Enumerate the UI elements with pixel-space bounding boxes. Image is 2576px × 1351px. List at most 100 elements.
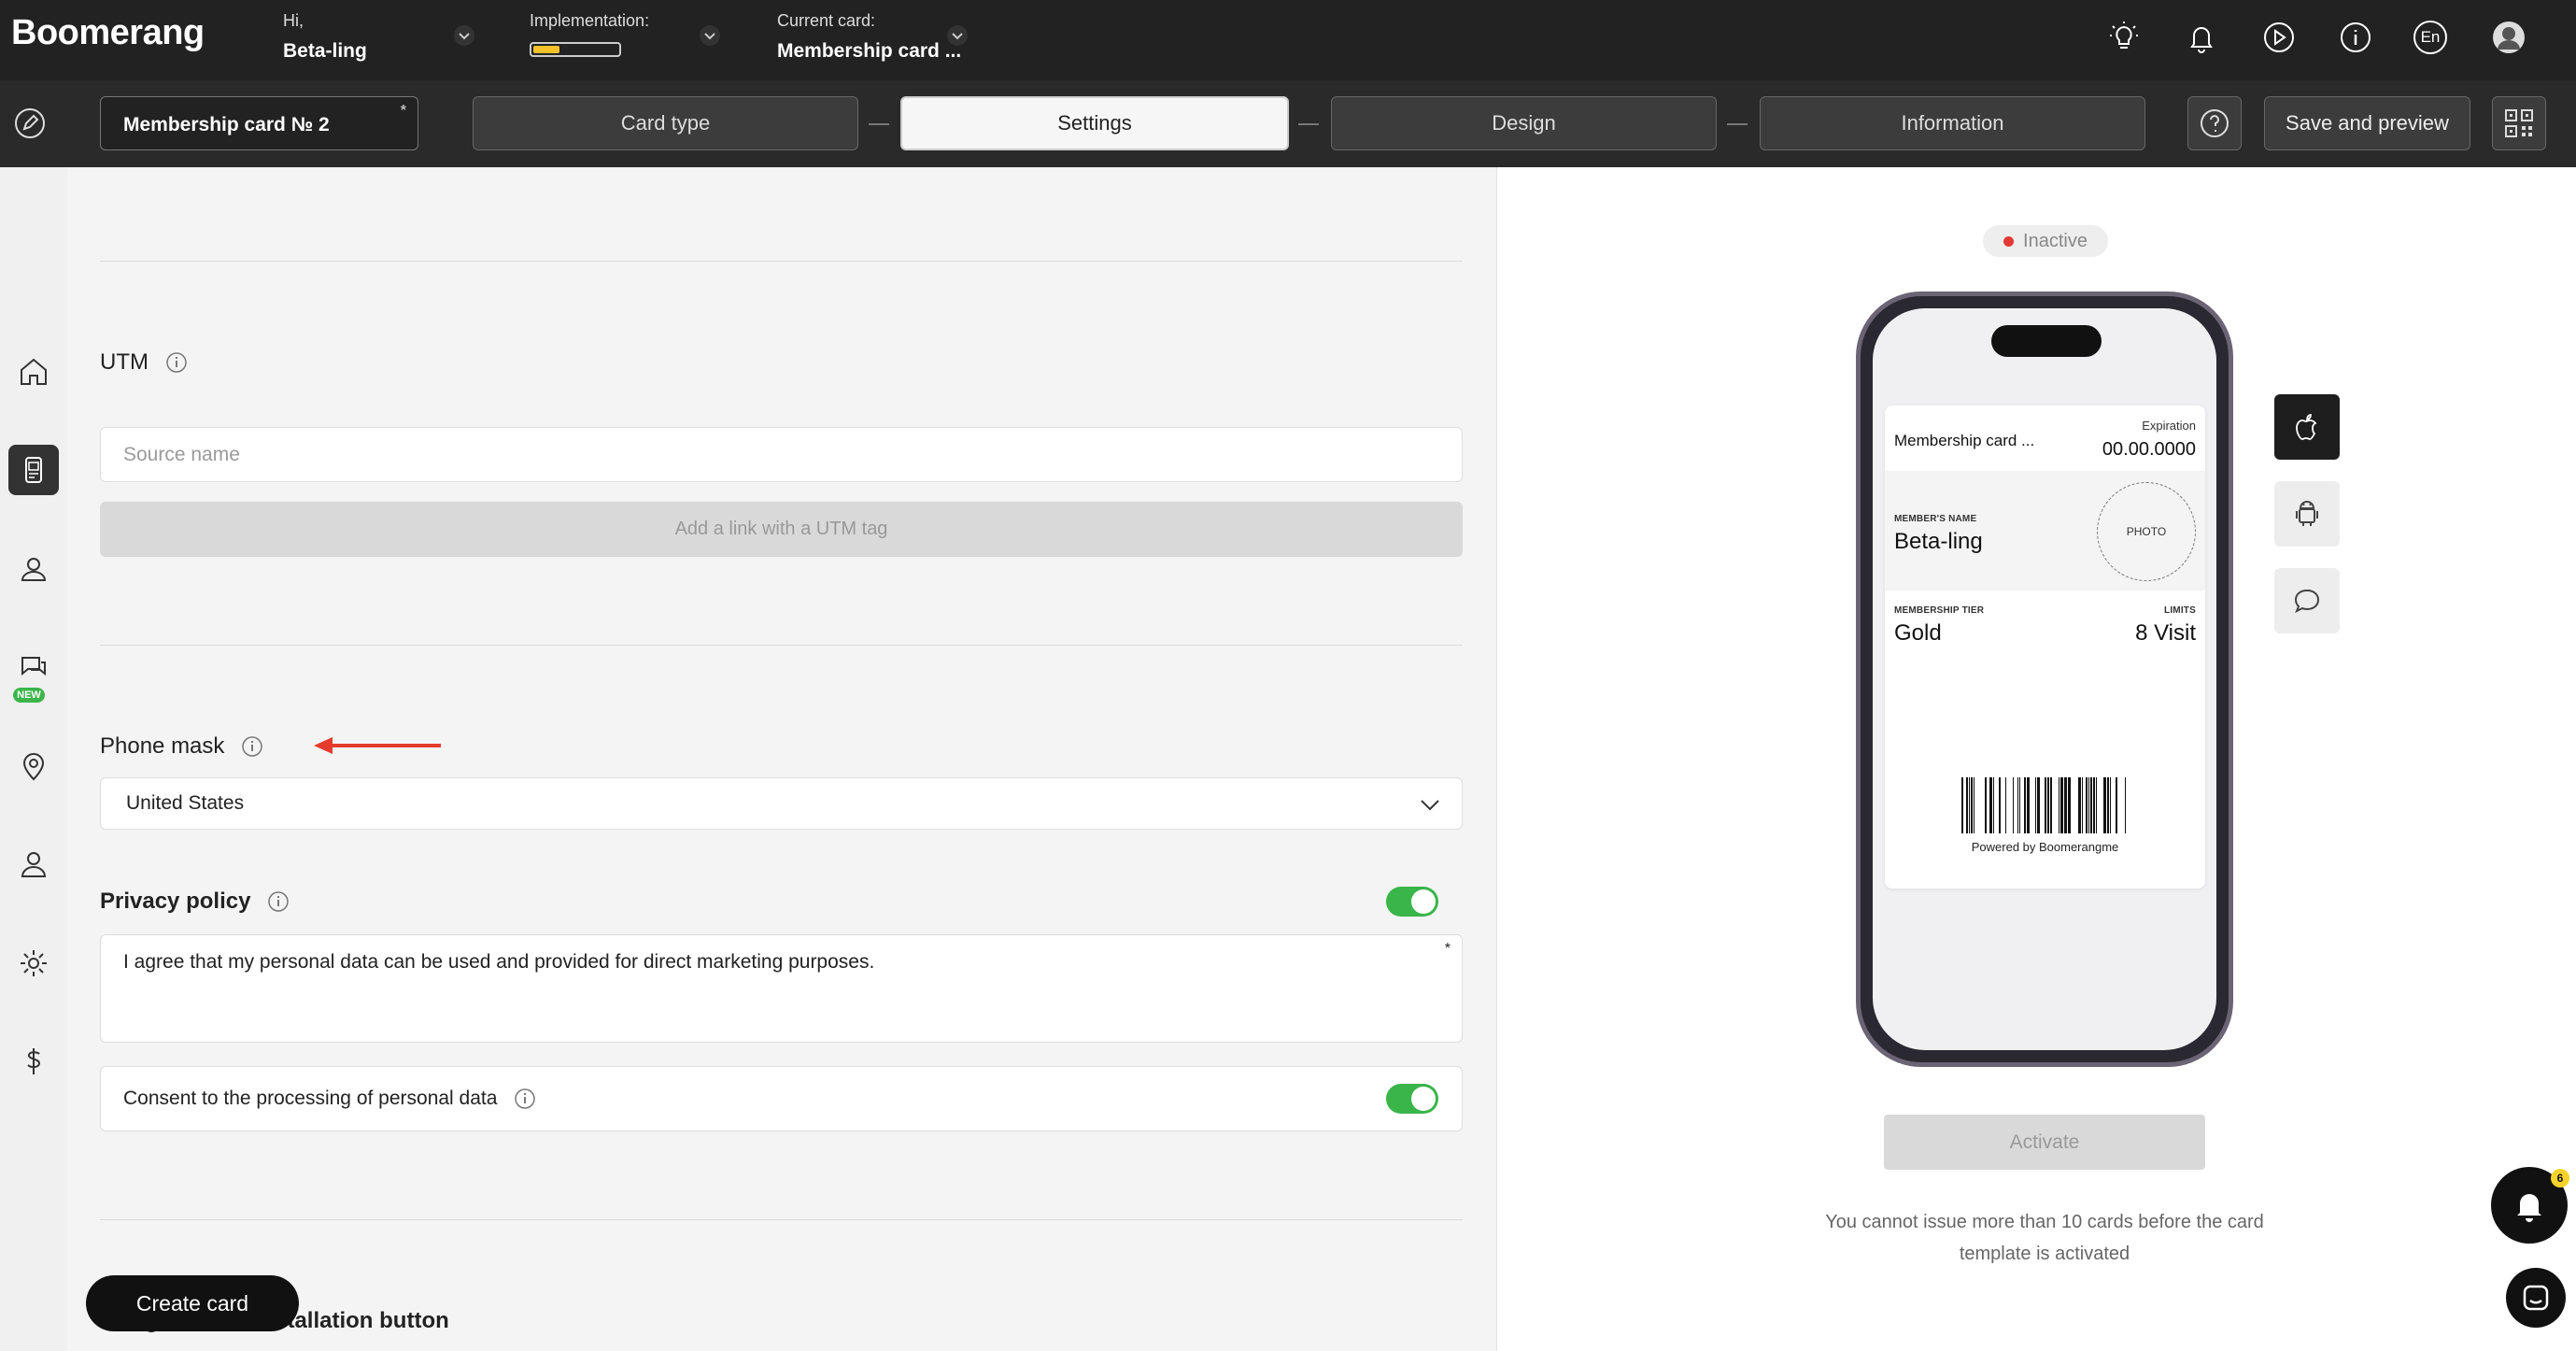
- status-badge: Inactive: [1983, 225, 2108, 257]
- step-settings[interactable]: Settings: [900, 96, 1289, 150]
- phone-screen: Membership card ... Expiration 00.00.000…: [1873, 308, 2216, 1050]
- barcode-bar: [2045, 777, 2046, 833]
- chevron-down-icon[interactable]: [946, 24, 969, 47]
- info-icon[interactable]: [165, 351, 188, 374]
- utm-source-input[interactable]: Source name: [100, 427, 1463, 482]
- customers-icon: [21, 558, 47, 581]
- add-utm-link-button[interactable]: Add a link with a UTM tag: [100, 502, 1463, 557]
- privacy-policy-textarea[interactable]: I agree that my personal data can be use…: [100, 934, 1463, 1043]
- step-separator: [1727, 123, 1748, 125]
- dollar-icon: [27, 1048, 41, 1074]
- sidebar-item-users[interactable]: [8, 839, 59, 889]
- sidebar-item-messages[interactable]: [8, 642, 59, 692]
- barcode-bar: [2125, 777, 2126, 833]
- phone-mask-title: Phone mask: [100, 733, 263, 760]
- chevron-down-icon[interactable]: [699, 24, 721, 47]
- lightbulb-icon[interactable]: [2105, 19, 2143, 56]
- sidebar-item-locations[interactable]: [8, 741, 59, 791]
- limits-label: LIMITS: [2164, 605, 2196, 616]
- platform-android-button[interactable]: [2274, 481, 2340, 547]
- barcode-bar: [2078, 777, 2081, 833]
- current-card-value: Membership card ...: [777, 40, 962, 62]
- consent-toggle[interactable]: [1386, 1084, 1438, 1114]
- current-card-label: Current card:: [777, 11, 876, 30]
- settings-form: UTM Source name Add a link with a UTM ta…: [67, 167, 1496, 1351]
- barcode-bar: [2110, 777, 2111, 833]
- divider: [100, 645, 1463, 646]
- platform-apple-button[interactable]: [2274, 394, 2340, 460]
- barcode-bar: [2013, 777, 2014, 833]
- top-bar: Boomerang Hi, Beta-ling Implementation: …: [0, 0, 2576, 80]
- card-name-field[interactable]: Membership card № 2 *: [100, 96, 418, 150]
- barcode-bar: [2027, 777, 2030, 833]
- info-icon[interactable]: [2337, 19, 2374, 56]
- question-icon: [2201, 109, 2229, 137]
- bell-icon: [2517, 1194, 2541, 1222]
- notification-count: 6: [2551, 1169, 2569, 1187]
- qr-code-button[interactable]: [2492, 96, 2546, 150]
- step-information[interactable]: Information: [1760, 96, 2145, 150]
- bell-icon[interactable]: [2183, 19, 2220, 56]
- apple-icon: [2296, 414, 2317, 440]
- help-button[interactable]: [2187, 96, 2242, 150]
- user-name: Beta-ling: [283, 40, 367, 62]
- avatar[interactable]: [2490, 19, 2527, 56]
- arrow-annotation-icon: [314, 737, 441, 754]
- user-icon: [21, 852, 47, 877]
- sidebar-item-customers[interactable]: [8, 544, 59, 594]
- current-card[interactable]: Current card: Membership card ...: [777, 11, 961, 63]
- step-card-type[interactable]: Card type: [473, 96, 858, 150]
- info-icon[interactable]: [267, 890, 290, 913]
- privacy-policy-toggle[interactable]: [1386, 887, 1438, 917]
- barcode-bar: [2082, 777, 2083, 833]
- consent-label: Consent to the processing of personal da…: [123, 1088, 498, 1109]
- android-icon: [2296, 501, 2318, 526]
- greeting-label: Hi,: [283, 11, 304, 30]
- barcode-bar: [2090, 777, 2092, 833]
- activate-button[interactable]: Activate: [1884, 1115, 2205, 1170]
- barcode-bar: [2060, 777, 2063, 833]
- info-icon[interactable]: [241, 735, 263, 758]
- home-icon: [21, 358, 47, 385]
- required-marker: *: [400, 103, 406, 119]
- phone-mask-selected: United States: [126, 792, 245, 814]
- qr-code-icon: [2505, 109, 2533, 137]
- consent-row: Consent to the processing of personal da…: [100, 1066, 1463, 1131]
- barcode-bar: [2050, 777, 2052, 833]
- barcode-bar: [2019, 777, 2020, 833]
- member-name-label: MEMBER'S NAME: [1894, 514, 1977, 524]
- chevron-down-icon[interactable]: [453, 24, 475, 47]
- phone-mask-select[interactable]: United States: [100, 777, 1463, 830]
- phone-notch: [1991, 325, 2102, 357]
- create-card-button[interactable]: Create card: [86, 1275, 299, 1331]
- platform-message-button[interactable]: [2274, 568, 2340, 633]
- save-and-preview-button[interactable]: Save and preview: [2264, 96, 2470, 150]
- barcode: [1961, 777, 2126, 833]
- barcode-bar: [1971, 777, 1973, 833]
- sidebar-item-billing[interactable]: [8, 1036, 59, 1087]
- info-icon[interactable]: [514, 1088, 536, 1110]
- barcode-bar: [1999, 777, 2001, 833]
- language-icon[interactable]: En: [2413, 21, 2447, 54]
- chevron-down-icon: [1421, 800, 1439, 811]
- activation-note: You cannot issue more than 10 cards befo…: [1825, 1212, 2264, 1264]
- user-greeting[interactable]: Hi, Beta-ling: [283, 11, 367, 63]
- logo[interactable]: Boomerang: [11, 13, 205, 53]
- barcode-bar: [2005, 777, 2006, 833]
- barcode-bar: [1989, 777, 1992, 833]
- membership-tier-label: MEMBERSHIP TIER: [1894, 605, 1985, 616]
- play-icon[interactable]: [2260, 19, 2298, 56]
- sidebar-item-home[interactable]: [8, 347, 59, 397]
- barcode-bar: [2103, 777, 2106, 833]
- sidebar-item-cards[interactable]: [8, 445, 59, 495]
- status-dot: [2003, 235, 2015, 247]
- card-icon: [25, 457, 42, 483]
- sidebar-item-settings[interactable]: [8, 938, 59, 988]
- step-design[interactable]: Design: [1331, 96, 1717, 150]
- barcode-bar: [2093, 777, 2095, 833]
- notifications-button[interactable]: 6: [2491, 1167, 2569, 1244]
- edit-icon[interactable]: [11, 105, 49, 142]
- implementation-status[interactable]: Implementation:: [530, 11, 649, 57]
- support-chat-button[interactable]: [2506, 1268, 2566, 1328]
- membership-tier-value: Gold: [1894, 620, 1942, 646]
